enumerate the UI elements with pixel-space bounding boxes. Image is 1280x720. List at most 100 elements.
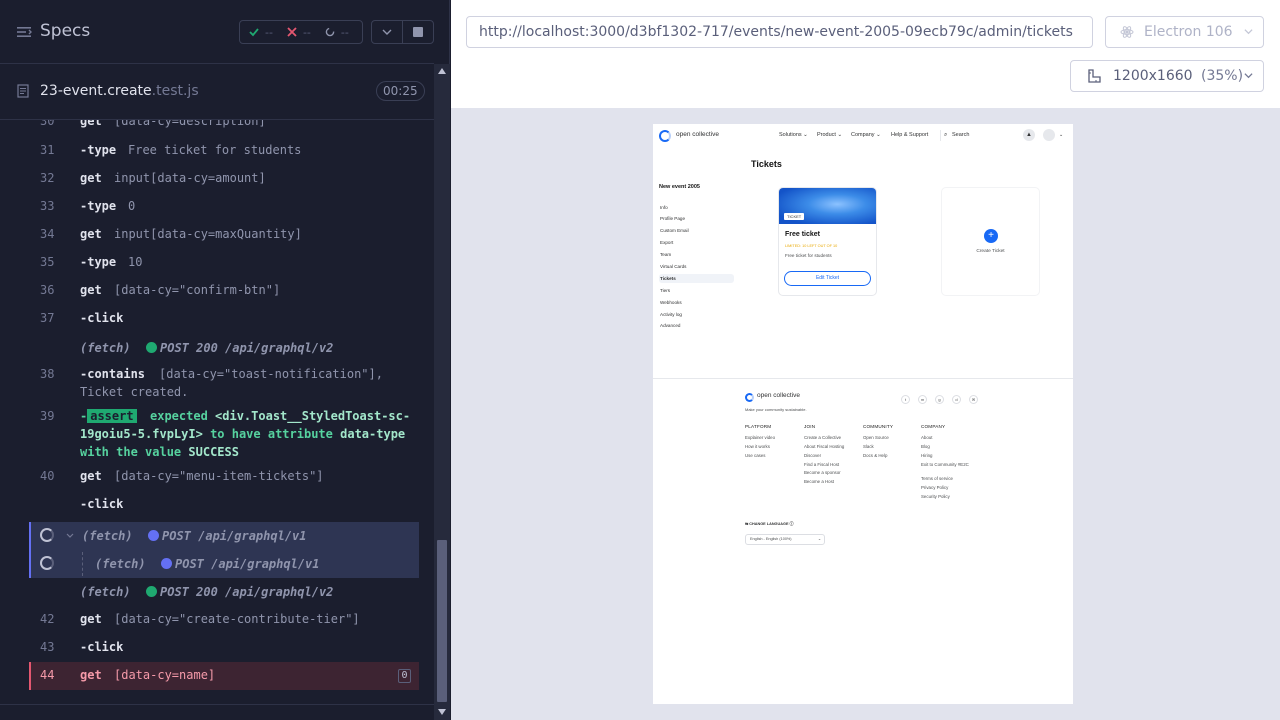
- command-row[interactable]: 38 -contains [data-cy="toast-notificatio…: [29, 364, 419, 402]
- command-message: Free ticket for students: [128, 143, 302, 157]
- pending-stat: --: [311, 26, 349, 39]
- url-bar[interactable]: http://localhost:3000/d3bf1302-717/event…: [466, 16, 1093, 48]
- assert-row[interactable]: 39 - assert expected <div.Toast__StyledTo…: [29, 406, 419, 464]
- command-row[interactable]: 37 -click: [29, 308, 419, 334]
- command-row[interactable]: 34 get input[data-cy=maxQuantity]: [29, 224, 419, 250]
- toggle-auto-scroll-button[interactable]: [371, 20, 403, 44]
- footer-link[interactable]: Slack: [863, 444, 874, 449]
- chevron-down-icon: [1244, 29, 1253, 35]
- command-message: POST 200 /api/graphql/v2: [146, 341, 333, 355]
- command-name: (fetch): [95, 557, 146, 571]
- specs-title[interactable]: Specs: [40, 21, 90, 41]
- chevron-down-icon[interactable]: ⌄: [1059, 132, 1063, 138]
- passed-stat: --: [240, 26, 273, 39]
- viewport-selector[interactable]: 1200x1660 (35%): [1070, 60, 1264, 92]
- menu-item-tickets[interactable]: Tickets: [659, 274, 734, 283]
- menu-item-profile-page[interactable]: Profile Page: [659, 214, 734, 223]
- footer-link[interactable]: Blog: [921, 444, 930, 449]
- email-icon[interactable]: ✉: [969, 395, 978, 404]
- command-row[interactable]: 42 get [data-cy="create-contribute-tier"…: [29, 606, 419, 632]
- twitter-icon[interactable]: t: [901, 395, 910, 404]
- footer-link[interactable]: Security Policy: [921, 494, 950, 499]
- menu-item-custom-email[interactable]: Custom Email: [659, 226, 734, 235]
- command-row[interactable]: 32 get input[data-cy=amount]: [29, 168, 419, 194]
- plus-icon[interactable]: +: [984, 229, 998, 243]
- command-row[interactable]: 31 -type Free ticket for students: [29, 140, 419, 166]
- specs-toggle-icon[interactable]: [16, 24, 32, 40]
- fetch-message: POST /api/graphql/v1: [162, 529, 307, 543]
- assert-text: with the value: [80, 445, 182, 459]
- command-row[interactable]: 43 -click: [29, 634, 419, 660]
- footer-link[interactable]: Docs & Help: [863, 453, 887, 458]
- footer-link[interactable]: About Fiscal Hosting: [804, 444, 844, 449]
- chevron-down-icon[interactable]: [66, 533, 74, 538]
- command-row[interactable]: 33 -type 0: [29, 196, 419, 222]
- footer-link[interactable]: How it works: [745, 444, 770, 449]
- command-row[interactable]: 36 get [data-cy="confirm-btn"]: [29, 280, 419, 306]
- footer-column-title: PLATFORM: [745, 424, 772, 429]
- footer-link[interactable]: Terms of service: [921, 476, 953, 481]
- github-icon[interactable]: g: [935, 395, 944, 404]
- pending-fetch-row[interactable]: (fetch) POST /api/graphql/v1: [29, 522, 419, 550]
- footer-link[interactable]: Create a Collective: [804, 435, 841, 440]
- spec-file-name[interactable]: 23-event.create.test.js: [40, 83, 199, 99]
- menu-item-team[interactable]: Team: [659, 250, 734, 259]
- menu-item-webhooks[interactable]: Webhooks: [659, 298, 734, 307]
- language-label-text: CHANGE LANGUAGE: [749, 522, 789, 526]
- nav-company[interactable]: Company ⌄: [851, 132, 881, 138]
- command-row[interactable]: 30 get [data-cy=description]: [29, 120, 419, 132]
- command-number: 35: [40, 255, 55, 269]
- command-row[interactable]: 35 -type 10: [29, 252, 419, 278]
- notifications-icon[interactable]: ▲: [1023, 129, 1035, 141]
- command-number: 30: [40, 120, 55, 128]
- test-stats: -- -- --: [239, 20, 363, 44]
- footer-link[interactable]: Use cases: [745, 453, 766, 458]
- scroll-up-arrow[interactable]: [438, 68, 446, 74]
- menu-item-advanced[interactable]: Advanced: [659, 321, 734, 330]
- footer-link[interactable]: About: [921, 435, 932, 440]
- menu-item-tiers[interactable]: Tiers: [659, 286, 734, 295]
- fetch-message: POST 200 /api/graphql/v2: [160, 341, 334, 355]
- discord-icon[interactable]: d: [952, 395, 961, 404]
- menu-item-virtual-cards[interactable]: Virtual Cards: [659, 262, 734, 271]
- footer-link[interactable]: Hiring: [921, 453, 932, 458]
- footer-link[interactable]: Become a Host: [804, 479, 834, 484]
- pending-fetch-row[interactable]: (fetch) POST /api/graphql/v1: [29, 550, 419, 578]
- failed-command-row[interactable]: 44 get [data-cy=name] 0: [29, 662, 419, 690]
- command-row[interactable]: 40 get [data-cy="menu-item-tickets"]: [29, 466, 419, 492]
- check-icon: [249, 28, 259, 37]
- viewport-scale: (35%): [1201, 68, 1244, 84]
- blog-icon[interactable]: m: [918, 395, 927, 404]
- create-ticket-label[interactable]: Create Ticket: [942, 249, 1039, 254]
- open-collective-logo-icon[interactable]: [659, 130, 671, 142]
- footer-link[interactable]: Open Source: [863, 435, 889, 440]
- avatar[interactable]: [1043, 129, 1055, 141]
- footer-link[interactable]: Privacy Policy: [921, 485, 948, 490]
- command-name: -click: [80, 497, 124, 511]
- stop-button[interactable]: [402, 20, 434, 44]
- scrollbar-thumb[interactable]: [437, 540, 447, 702]
- nav-product[interactable]: Product ⌄: [817, 132, 842, 138]
- footer-link[interactable]: Become a sponsor: [804, 470, 841, 475]
- site-logo-text[interactable]: open collective: [676, 131, 719, 138]
- chevron-down-icon: ⌄: [817, 537, 821, 541]
- site-search[interactable]: ⌕ Search: [940, 130, 1014, 141]
- footer-link[interactable]: Exit to Community #E2C: [921, 462, 969, 468]
- fetch-row[interactable]: (fetch) POST 200 /api/graphql/v2: [29, 338, 419, 362]
- browser-selector[interactable]: Electron 106: [1105, 16, 1264, 48]
- command-row[interactable]: -click: [29, 494, 419, 520]
- command-message: [data-cy=name]: [114, 668, 216, 682]
- footer-link[interactable]: Find a Fiscal Host: [804, 462, 839, 467]
- menu-item-info[interactable]: Info: [659, 203, 734, 212]
- edit-ticket-button[interactable]: Edit Ticket: [784, 271, 871, 286]
- menu-item-export[interactable]: Export: [659, 238, 734, 247]
- menu-item-activity-log[interactable]: Activity log: [659, 310, 734, 319]
- nav-solutions[interactable]: Solutions ⌄: [779, 132, 808, 138]
- fetch-row[interactable]: (fetch) POST 200 /api/graphql/v2: [29, 580, 419, 604]
- footer-link[interactable]: Explainer video: [745, 435, 775, 440]
- create-ticket-card[interactable]: + Create Ticket: [941, 187, 1040, 296]
- language-select[interactable]: English - English (100%) ⌄: [745, 534, 825, 545]
- footer-link[interactable]: Discover: [804, 453, 821, 458]
- scroll-down-arrow[interactable]: [438, 709, 446, 715]
- nav-help[interactable]: Help & Support: [891, 132, 928, 138]
